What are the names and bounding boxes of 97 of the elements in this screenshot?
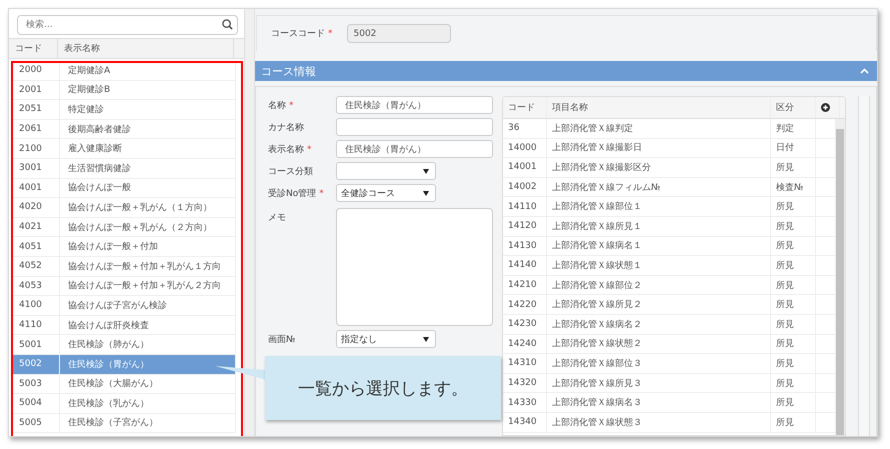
table-cell: 上部消化管Ｘ線部位３ [547, 354, 771, 373]
table-cell: 上部消化管Ｘ線状態１ [547, 256, 771, 275]
table-cell: 日付 [771, 138, 816, 158]
course-row[interactable]: 5005 住民検診（子宮がん） [11, 414, 236, 434]
field-label: 名称 * [268, 100, 294, 112]
search-icon[interactable] [222, 19, 233, 30]
course-row[interactable]: 4100 協会けんぽ子宮がん検診 [11, 296, 236, 316]
search-field[interactable]: 検索... [17, 15, 238, 35]
table-cell: 14000 [503, 138, 547, 158]
field-label: カナ名称 [268, 122, 305, 134]
course-row[interactable]: 4053 協会けんぽ一般＋付加＋乳がん２方向 [11, 276, 236, 296]
course-code-field: 5002 [346, 24, 450, 43]
table-cell: 上部消化管Ｘ線撮影日 [547, 138, 771, 158]
table-cell: 上部消化管Ｘ線撮影区分 [547, 158, 771, 177]
course-row[interactable]: 2001 定期健診B [11, 80, 236, 100]
table-cell: 14130 [503, 236, 547, 256]
field-label: 画面№ [268, 334, 296, 346]
table-cell: 所見 [771, 314, 816, 334]
dropdown[interactable]: 全健診コース [336, 184, 436, 202]
table-cell: 14240 [503, 334, 547, 354]
table-cell: 14320 [503, 374, 547, 392]
course-row[interactable]: 4051 協会けんぽ一般＋付加 [11, 237, 236, 257]
dropdown[interactable]: 指定なし [336, 330, 436, 348]
scrollbar[interactable] [858, 96, 870, 436]
table-cell: 所見 [771, 334, 816, 354]
table-cell: 所見 [771, 256, 816, 275]
text-field[interactable] [336, 118, 493, 136]
course-row[interactable]: 2061 後期高齢者健診 [11, 120, 236, 140]
table-cell: 14210 [503, 276, 547, 294]
table-cell: 上部消化管Ｘ線所見３ [547, 374, 771, 392]
field-label: 表示名称 * [268, 144, 312, 156]
column-header[interactable]: コード [503, 97, 547, 118]
course-row[interactable]: 4021 協会けんぽ一般＋乳がん（２方向） [11, 218, 236, 238]
table-cell: 所見 [771, 354, 816, 373]
column-header[interactable]: 項目名称 [547, 97, 771, 118]
table-cell: 上部消化管Ｘ線部位２ [547, 276, 771, 294]
table-cell: 所見 [771, 412, 816, 432]
table-cell: 所見 [771, 393, 816, 412]
caret-icon [423, 190, 429, 196]
table-cell: 36 [503, 119, 547, 138]
course-row[interactable]: 2051 特定健診 [11, 100, 236, 120]
caret-icon [423, 336, 429, 342]
callout-text: 一覧から選択します。 [265, 356, 501, 420]
course-row[interactable]: 5004 住民検診（乳がん） [11, 394, 236, 414]
column-header[interactable]: 区分 [771, 97, 816, 118]
splitter-handle[interactable] [245, 9, 255, 436]
table-cell: 所見 [771, 216, 816, 236]
scrollbar[interactable] [835, 119, 845, 435]
dropdown[interactable] [336, 162, 436, 180]
table-cell: 14330 [503, 393, 547, 412]
table-cell: 14001 [503, 158, 547, 177]
table-cell: 上部消化管Ｘ線病名１ [547, 236, 771, 256]
course-row[interactable]: 4001 協会けんぽ一般 [11, 178, 236, 198]
table-cell: 上部消化管Ｘ線判定 [547, 119, 771, 138]
table-cell: 上部消化管Ｘ線病名２ [547, 314, 771, 334]
table-cell: 所見 [771, 236, 816, 256]
field-label: 受診No管理 * [268, 188, 325, 200]
table-cell: 14230 [503, 314, 547, 334]
chevron-icon[interactable] [860, 68, 869, 74]
table-cell: 判定 [771, 119, 816, 138]
caret-icon [423, 168, 429, 174]
field-label: メモ [268, 212, 287, 224]
field-label: コースコード * [271, 28, 332, 40]
course-row[interactable]: 4020 協会けんぽ一般＋乳がん（１方向） [11, 198, 236, 218]
table-cell: 上部消化管Ｘ線状態２ [547, 334, 771, 354]
table-cell: 上部消化管Ｘ線状態３ [547, 412, 771, 432]
column-header[interactable]: 表示名称 [58, 39, 234, 58]
table-cell: 上部消化管Ｘ線所見２ [547, 295, 771, 314]
text-field[interactable]: 住民検診（胃がん） [336, 140, 493, 158]
table-cell: 14340 [503, 412, 547, 432]
column-header[interactable]: コード [9, 39, 58, 58]
course-row[interactable]: 4110 協会けんぽ肝炎検査 [11, 316, 236, 336]
course-row[interactable]: 3001 生活習慣病健診 [11, 158, 236, 179]
table-cell: 14140 [503, 256, 547, 275]
table-cell: 所見 [771, 295, 816, 314]
text-field[interactable]: 住民検診（胃がん） [336, 96, 493, 114]
table-cell: 検査№ [771, 178, 816, 196]
table-cell: 14110 [503, 197, 547, 216]
memo-field[interactable] [336, 208, 493, 326]
table-cell: 所見 [771, 276, 816, 294]
field-label: コース分類 [268, 166, 314, 178]
course-row[interactable]: 5001 住民検診（肺がん） [11, 335, 236, 355]
table-cell: 14120 [503, 216, 547, 236]
scrollbar-thumb[interactable] [836, 129, 844, 435]
table-cell: 14310 [503, 354, 547, 373]
table-cell: 所見 [771, 374, 816, 392]
table-cell: 所見 [771, 158, 816, 177]
table-cell: 14220 [503, 295, 547, 314]
table-cell: 上部消化管Ｘ線フィルム№ [547, 178, 771, 196]
course-row[interactable]: 4052 協会けんぽ一般＋付加＋乳がん１方向 [11, 256, 236, 277]
add-icon[interactable] [821, 103, 830, 112]
table-cell: 14002 [503, 178, 547, 196]
table-cell: 上部消化管Ｘ線部位１ [547, 197, 771, 216]
table-cell: 所見 [771, 197, 816, 216]
table-cell: 上部消化管Ｘ線病名３ [547, 393, 771, 412]
table-cell: 上部消化管Ｘ線所見１ [547, 216, 771, 236]
course-row[interactable]: 2100 雇入健康診断 [11, 139, 236, 159]
